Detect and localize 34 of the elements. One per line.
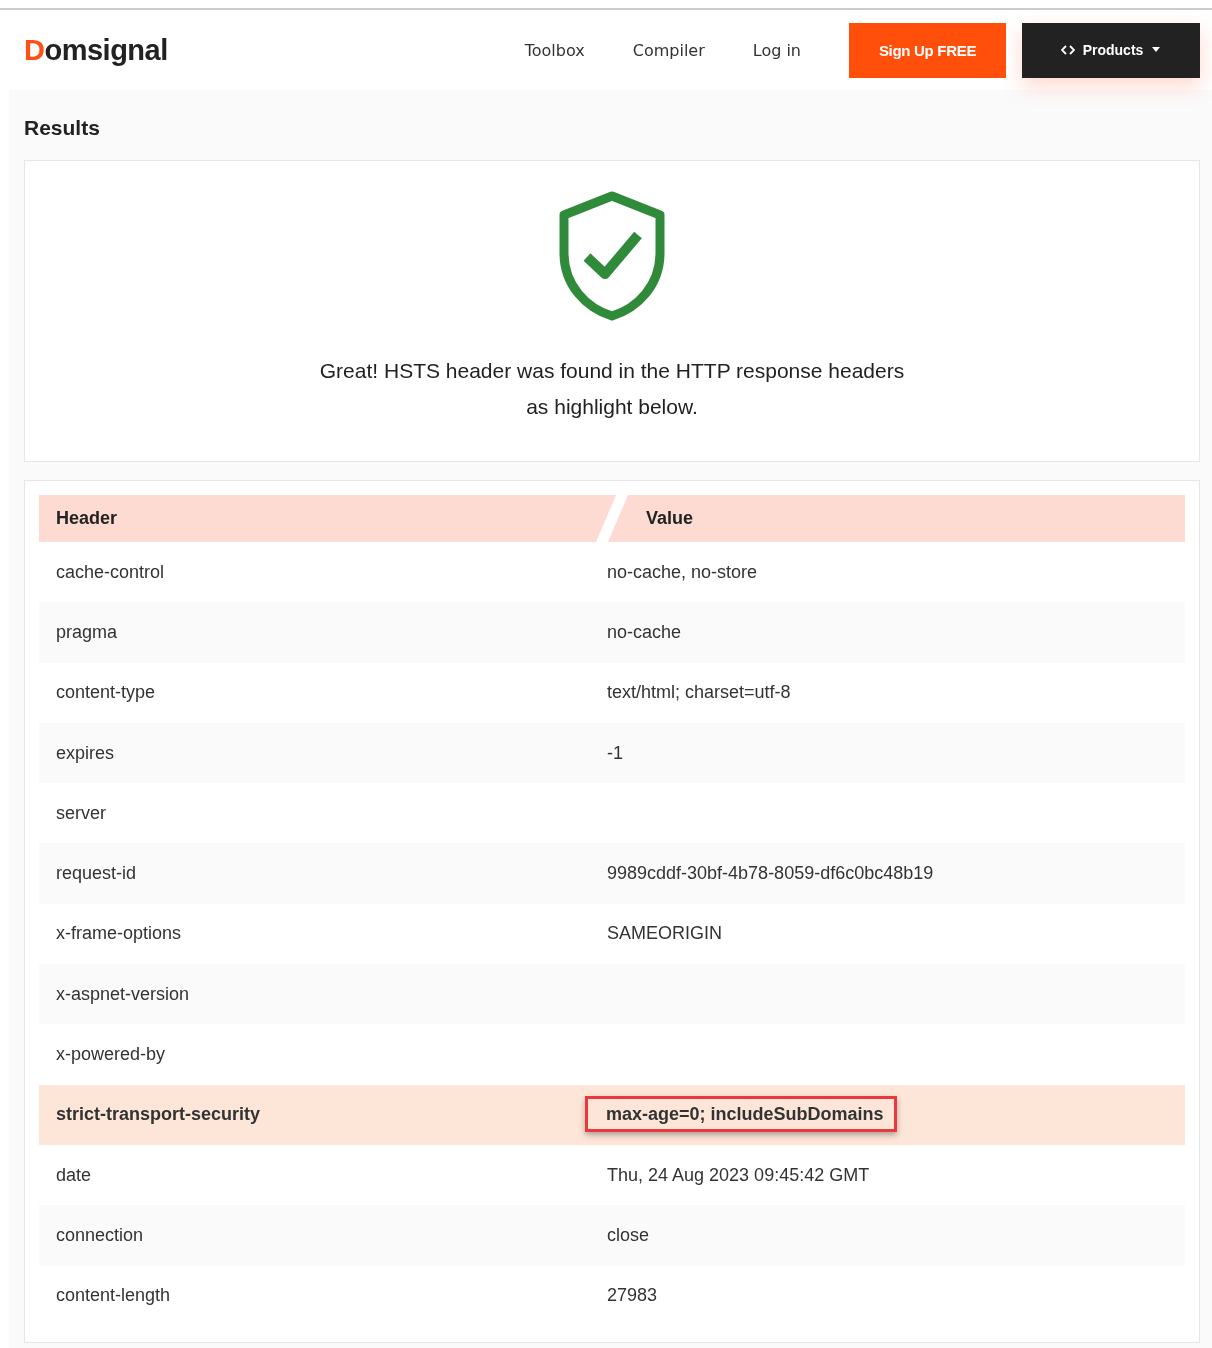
table-cell: x-powered-by <box>56 1044 166 1064</box>
table-cell: strict-transport-security <box>56 1104 261 1125</box>
table-cell: text/html; charset=utf-8 <box>607 682 791 703</box>
table-cell: x-frame-options <box>56 923 182 944</box>
column-header: Value <box>608 495 1185 542</box>
table-cell: no-cache <box>607 621 682 642</box>
table-cell: server <box>56 802 106 823</box>
table-cell: expires <box>56 742 115 763</box>
nav-link[interactable]: Log in <box>752 40 801 60</box>
nav-link[interactable]: Toolbox <box>524 40 585 60</box>
products-button[interactable]: Products <box>1022 22 1200 78</box>
table-cell: content-length <box>56 1285 171 1306</box>
table-cell: no-cache, no-store <box>607 561 758 582</box>
table-cell: close <box>607 1224 650 1245</box>
column-header: Header <box>39 495 616 542</box>
table-cell: Thu, 24 Aug 2023 09:45:42 GMT <box>607 1164 870 1185</box>
table-cell: date <box>56 1164 92 1185</box>
table-cell: SAMEORIGIN <box>607 923 722 944</box>
results-title: Results <box>24 116 101 140</box>
table-cell: -1 <box>607 742 623 763</box>
table-cell: pragma <box>56 621 118 642</box>
table-cell: cache-control <box>56 561 165 582</box>
result-message: Great! HSTS header was found in the HTTP response headers as highlight below. <box>318 358 906 420</box>
table-cell: request-id <box>56 863 137 884</box>
nav-link[interactable]: Compiler <box>632 40 705 60</box>
caret-icon <box>1151 47 1162 53</box>
table-cell: x-aspnet-version <box>56 983 190 1004</box>
table-cell: content-type <box>56 682 156 703</box>
table-cell: 9989cddf-30bf-4b78-8059-df6c0bc48b19 <box>607 863 934 884</box>
logo[interactable]: Domsignal <box>24 33 168 67</box>
code-icon <box>1060 43 1075 57</box>
table-cell: max-age=0; includeSubDomains <box>585 1096 897 1133</box>
table-cell: 27983 <box>607 1285 658 1306</box>
table-cell: connection <box>56 1224 144 1245</box>
